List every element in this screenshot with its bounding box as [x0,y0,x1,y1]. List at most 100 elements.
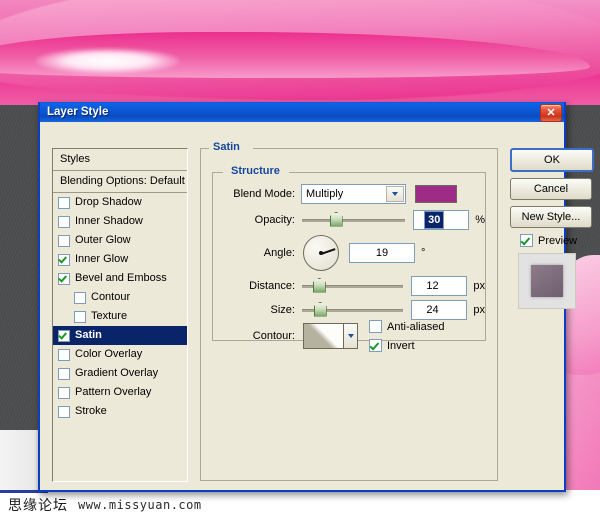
style-item-outer-glow[interactable]: Outer Glow [53,231,187,250]
style-item-label: Outer Glow [75,234,131,246]
anti-aliased-box[interactable] [369,320,382,333]
new-style-button[interactable]: New Style... [510,206,592,228]
dialog-body: Styles Blending Options: Default Drop Sh… [40,122,594,490]
style-item-contour[interactable]: Contour [53,288,187,307]
blend-mode-label: Blend Mode: [233,188,295,200]
style-item-label: Color Overlay [75,348,143,360]
style-item-checkbox[interactable] [58,386,70,399]
preview-box[interactable] [520,234,533,247]
satin-settings-group: Satin Structure Blend Mode: Multiply Opa… [200,141,498,481]
distance-unit: px [473,280,485,292]
opacity-row: Opacity: 30 % [213,210,485,230]
style-item-label: Gradient Overlay [75,367,159,379]
layer-style-dialog: Layer Style ✕ Styles Blending Options: D… [38,102,594,492]
contour-checkbox-group: Anti-aliased Invert [369,319,444,353]
angle-row: Angle: 19 ° [213,234,485,272]
angle-unit: ° [421,247,426,259]
style-item-label: Inner Glow [75,253,129,265]
structure-group: Structure Blend Mode: Multiply Opacity: [212,165,486,352]
style-item-gradient-overlay[interactable]: Gradient Overlay [53,364,187,383]
style-item-inner-shadow[interactable]: Inner Shadow [53,212,187,231]
chevron-down-icon[interactable] [386,186,404,202]
style-item-checkbox[interactable] [58,272,70,285]
style-item-satin[interactable]: Satin [53,326,187,345]
satin-border-right [253,148,497,149]
style-item-texture[interactable]: Texture [53,307,187,326]
size-slider-handle[interactable] [313,301,327,317]
structure-border-right [289,172,485,173]
style-item-label: Drop Shadow [75,196,142,208]
distance-input[interactable]: 12 [411,276,468,296]
invert-label: Invert [387,339,415,352]
opacity-label: Opacity: [254,214,295,226]
contour-label: Contour: [252,330,295,342]
size-unit: px [473,304,485,316]
style-item-checkbox[interactable] [58,329,70,342]
angle-input[interactable]: 19 [349,243,415,263]
style-item-checkbox[interactable] [58,253,70,266]
style-effect-rows: Drop Shadow Inner Shadow Outer Glow Inner G… [53,193,187,421]
styles-list-inner: Styles Blending Options: Default Drop Sh… [53,149,187,481]
style-item-stroke[interactable]: Stroke [53,402,187,421]
style-item-label: Bevel and Emboss [75,272,167,284]
style-item-checkbox[interactable] [74,310,86,323]
dialog-titlebar[interactable]: Layer Style ✕ [40,102,564,122]
dialog-title: Layer Style [47,106,109,118]
opacity-value: 30 [424,211,445,229]
preview-checkbox[interactable]: Preview [520,234,577,247]
preview-swatch [531,265,563,297]
invert-checkbox[interactable]: Invert [369,338,444,353]
style-item-bevel-and-emboss[interactable]: Bevel and Emboss [53,269,187,288]
distance-slider-handle[interactable] [312,277,326,293]
style-item-checkbox[interactable] [58,215,70,228]
size-row: Size: 24 px [213,300,485,320]
preview-thumbnail [518,253,576,309]
distance-row: Distance: 12 px [213,276,485,296]
style-item-color-overlay[interactable]: Color Overlay [53,345,187,364]
style-item-label: Satin [75,329,102,341]
anti-aliased-checkbox[interactable]: Anti-aliased [369,319,444,334]
structure-group-label: Structure [227,165,284,177]
styles-list-panel[interactable]: Styles Blending Options: Default Drop Sh… [52,148,188,482]
opacity-slider[interactable] [302,211,406,227]
style-item-label: Pattern Overlay [75,386,152,398]
style-item-checkbox[interactable] [58,405,70,418]
size-label: Size: [270,304,295,316]
close-icon[interactable]: ✕ [540,104,562,122]
size-slider[interactable] [302,301,404,317]
cancel-button[interactable]: Cancel [510,178,592,200]
style-item-checkbox[interactable] [58,196,70,209]
distance-value: 12 [426,280,439,292]
styles-list-header[interactable]: Styles [53,149,187,171]
style-item-inner-glow[interactable]: Inner Glow [53,250,187,269]
angle-dial-center [319,251,323,255]
style-item-checkbox[interactable] [58,234,70,247]
contour-row: Contour: Anti-aliased Invert [213,319,485,353]
invert-box[interactable] [369,339,382,352]
satin-color-swatch[interactable] [415,185,457,203]
style-item-checkbox[interactable] [58,348,70,361]
watermark-site-name: 思缘论坛 [8,498,68,514]
style-item-checkbox[interactable] [58,367,70,380]
blend-mode-select[interactable]: Multiply [301,184,406,204]
size-value: 24 [426,304,439,316]
opacity-unit: % [475,214,485,226]
contour-dropdown-icon[interactable] [344,323,358,349]
size-input[interactable]: 24 [411,300,468,320]
opacity-slider-handle[interactable] [329,211,343,227]
anti-aliased-label: Anti-aliased [387,320,445,333]
style-item-drop-shadow[interactable]: Drop Shadow [53,193,187,212]
contour-preview-swatch[interactable] [303,323,344,349]
pink-banner-top [0,0,600,105]
style-item-label: Texture [91,310,128,322]
watermark: 思缘论坛 www.missyuan.com [8,493,348,517]
blending-options-item[interactable]: Blending Options: Default [53,171,187,193]
satin-group-label: Satin [209,141,244,153]
opacity-input[interactable]: 30 [413,210,470,230]
style-item-label: Inner Shadow [75,215,143,227]
style-item-checkbox[interactable] [74,291,86,304]
angle-dial[interactable] [303,235,339,271]
ok-button[interactable]: OK [510,148,594,172]
style-item-pattern-overlay[interactable]: Pattern Overlay [53,383,187,402]
distance-slider[interactable] [302,277,404,293]
